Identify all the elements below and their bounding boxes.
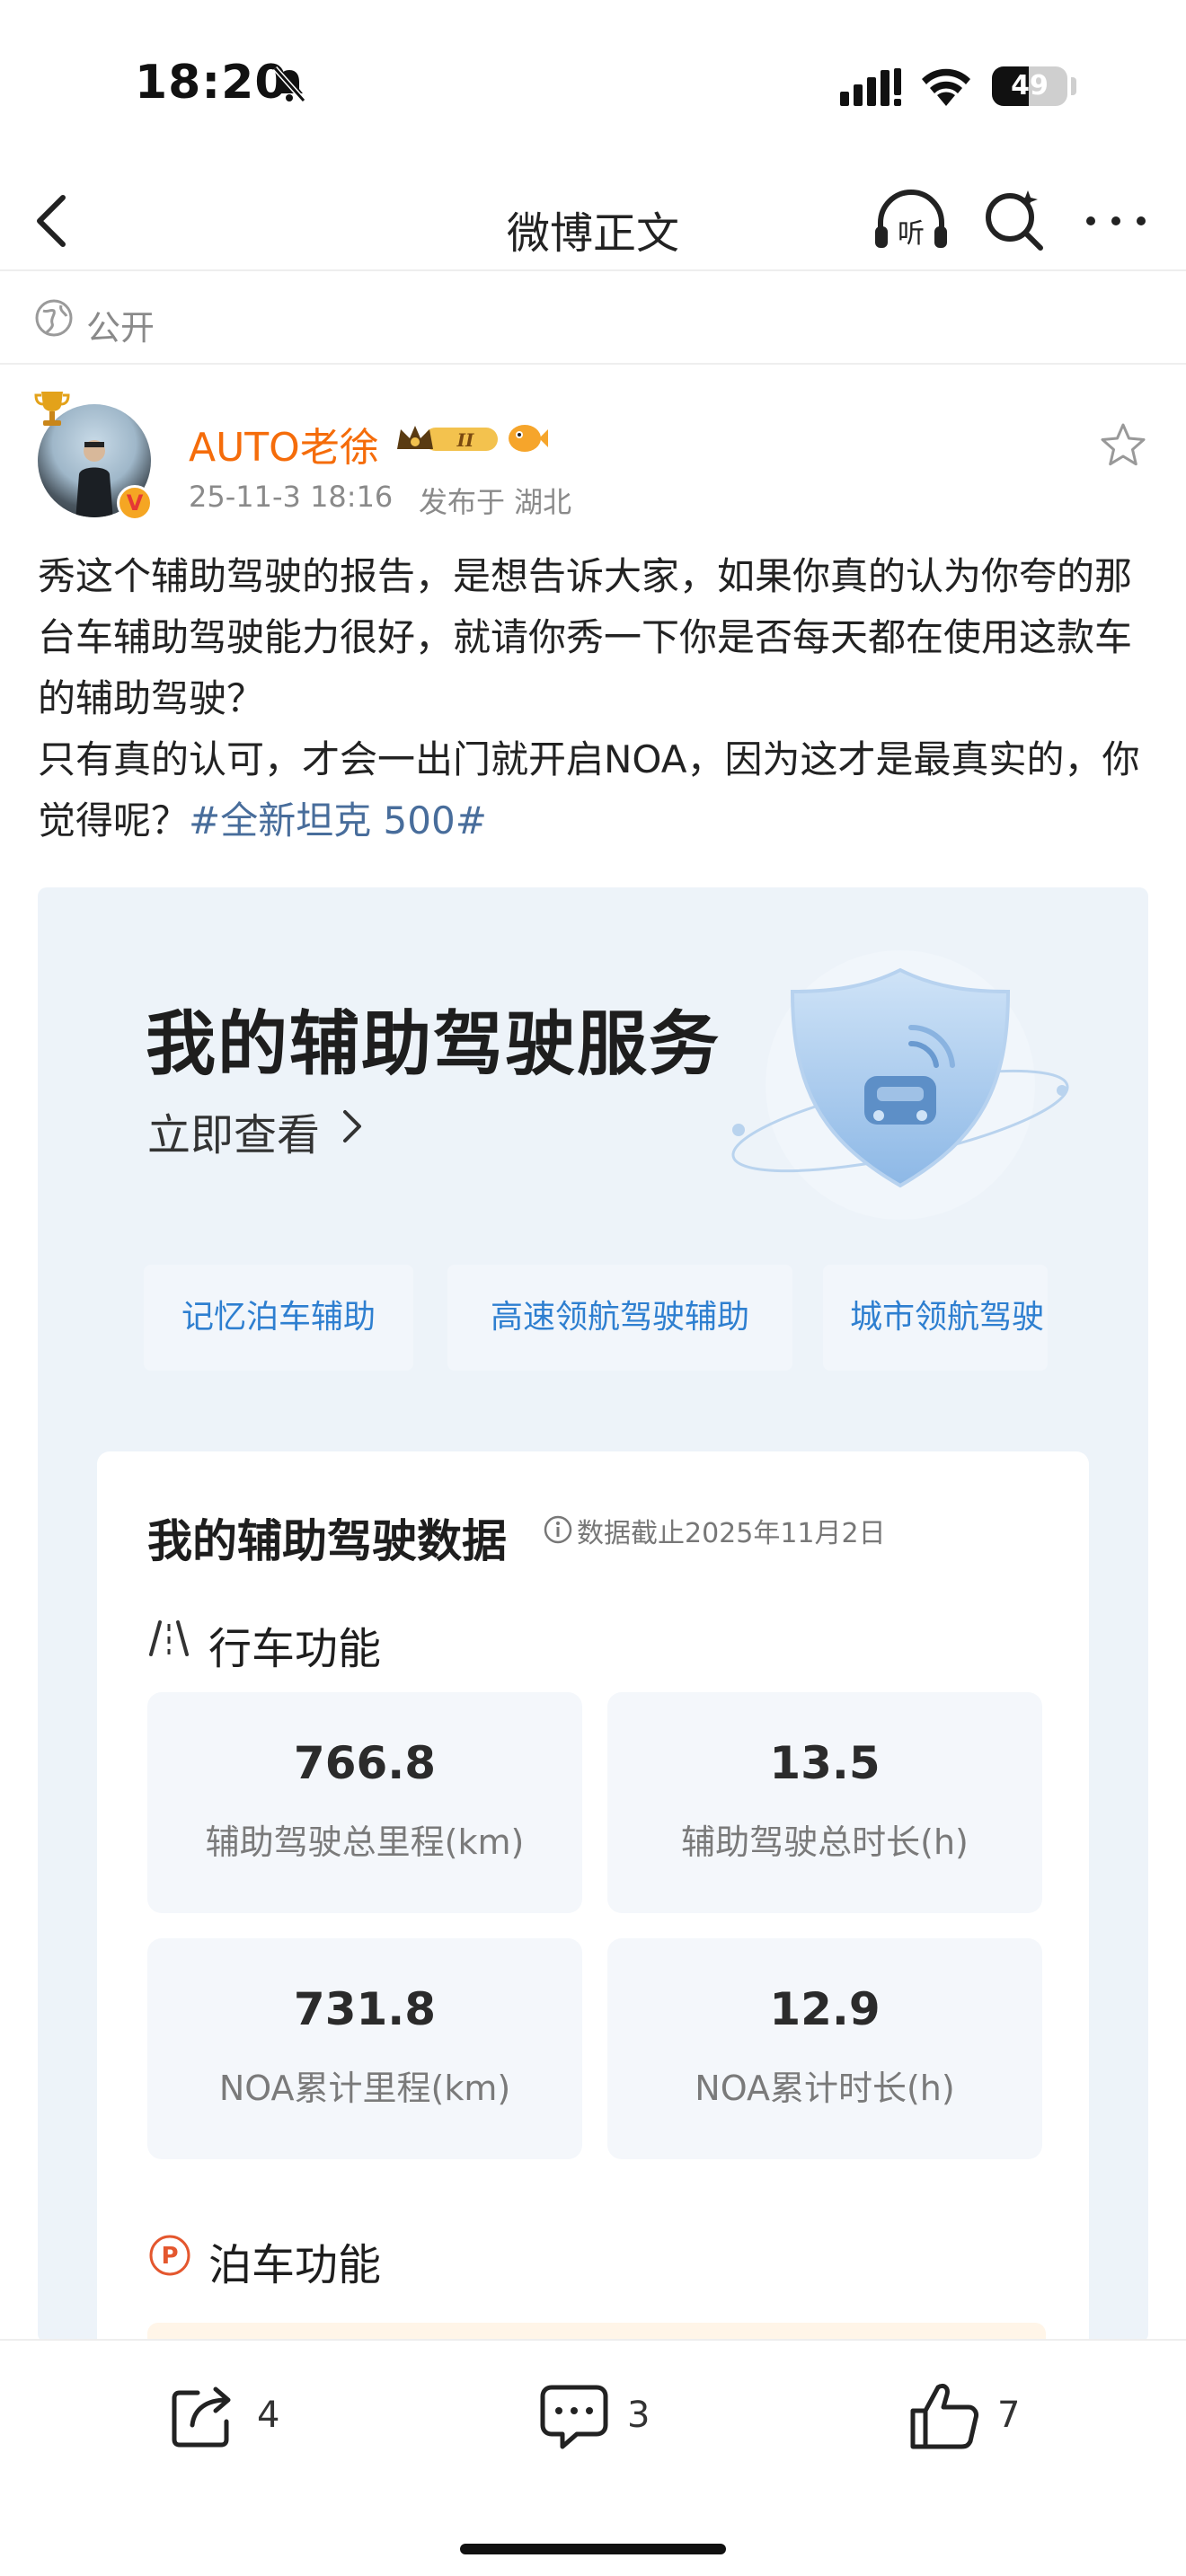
home-indicator — [460, 2544, 726, 2554]
post-location: 发布于 湖北 — [419, 485, 572, 519]
post-time: 25-11-3 18:16 — [189, 480, 394, 514]
globe-icon — [35, 299, 73, 337]
parking-section-label: 泊车功能 — [208, 2240, 382, 2290]
search-icon[interactable] — [981, 185, 1048, 255]
repost-count: 4 — [257, 2395, 280, 2436]
crown-level-badge[interactable]: II — [394, 419, 501, 458]
repost-button[interactable]: 4 — [167, 2378, 347, 2459]
svg-text:P: P — [161, 2243, 178, 2270]
comment-count: 3 — [627, 2395, 651, 2436]
bell-muted-icon — [272, 66, 306, 102]
weibo-post-page: 18:20 49 微博正文 听 公开 V AUTO老徐 II 25-11-3 1… — [0, 0, 1186, 2576]
stat-value: 12.9 — [769, 1983, 881, 2035]
svg-text:听: 听 — [898, 218, 925, 250]
service-title: 我的辅助驾驶服务 — [146, 1004, 721, 1085]
thumbs-up-icon — [910, 2383, 978, 2449]
stat-value: 13.5 — [769, 1737, 881, 1789]
stat-label: 辅助驾驶总时长(h) — [681, 1822, 969, 1862]
stat-card-noa-distance: 731.8 NOA累计里程(km) — [147, 1938, 582, 2159]
stat-value: 731.8 — [293, 1983, 437, 2035]
chevron-right-icon — [343, 1110, 361, 1142]
post-body: 秀这个辅助驾驶的报告，是想告诉大家，如果你真的认为你夸的那台车辅助驾驶能力很好，… — [38, 546, 1152, 851]
battery-cap — [1071, 77, 1076, 95]
verified-badge: V — [117, 485, 153, 521]
data-panel: 我的辅助驾驶数据 数据截止2025年11月2日 行车功能 766.8 辅助驾驶总… — [97, 1451, 1089, 2342]
view-now-link: 立即查看 — [147, 1110, 321, 1160]
stat-label: 辅助驾驶总里程(km) — [205, 1822, 525, 1862]
status-time: 18:20 — [135, 56, 288, 110]
more-icon[interactable] — [1082, 203, 1150, 239]
chip-highway-pilot: 高速领航驾驶辅助 — [447, 1265, 792, 1371]
action-bar: 4 3 7 — [0, 2339, 1186, 2576]
chip-city-pilot: 城市领航驾驶 — [823, 1265, 1048, 1371]
avatar-person-image — [75, 440, 113, 517]
parking-icon: P — [149, 2235, 190, 2276]
like-button[interactable]: 7 — [907, 2378, 1087, 2459]
post-image[interactable]: 我的辅助驾驶服务 立即查看 记忆泊车辅助 高速领航驾驶辅助 城市领航驾驶 我的辅… — [38, 887, 1148, 2342]
level-badge-text: II — [456, 429, 474, 451]
author-avatar[interactable]: V — [34, 388, 155, 523]
listen-icon[interactable]: 听 — [872, 187, 951, 255]
shield-car-icon — [731, 950, 1069, 1220]
data-title: 我的辅助驾驶数据 — [147, 1515, 507, 1567]
visibility-row: 公开 — [0, 273, 1186, 365]
nav-bar: 微博正文 听 — [0, 171, 1186, 271]
cellular-signal-icon — [840, 68, 901, 106]
author-name[interactable]: AUTO老徐 — [189, 415, 379, 472]
like-count: 7 — [997, 2395, 1021, 2436]
info-icon — [544, 1515, 572, 1544]
share-icon — [172, 2386, 231, 2448]
stat-value: 766.8 — [293, 1737, 437, 1789]
status-bar: 18:20 49 — [0, 0, 1186, 171]
stat-label: NOA累计时长(h) — [695, 2069, 955, 2108]
wifi-icon — [922, 68, 970, 106]
battery-indicator: 49 — [992, 66, 1067, 106]
data-date: 数据截止2025年11月2日 — [577, 1518, 886, 1549]
comment-icon — [540, 2385, 608, 2449]
favorite-star-icon[interactable] — [1098, 420, 1148, 471]
driving-section-label: 行车功能 — [208, 1624, 382, 1674]
visibility-label: 公开 — [86, 308, 155, 348]
battery-text: 49 — [1011, 70, 1049, 101]
trophy-icon — [34, 392, 70, 426]
road-icon — [149, 1620, 189, 1656]
hashtag-link[interactable]: #全新坦克 500# — [189, 798, 487, 842]
stat-label: NOA累计里程(km) — [218, 2069, 511, 2108]
stat-card-total-duration: 13.5 辅助驾驶总时长(h) — [607, 1692, 1042, 1913]
fish-medal-icon — [509, 425, 548, 452]
stat-card-total-distance: 766.8 辅助驾驶总里程(km) — [147, 1692, 582, 1913]
comment-button[interactable]: 3 — [537, 2378, 717, 2459]
chip-memory-parking: 记忆泊车辅助 — [144, 1265, 413, 1371]
stat-card-noa-duration: 12.9 NOA累计时长(h) — [607, 1938, 1042, 2159]
